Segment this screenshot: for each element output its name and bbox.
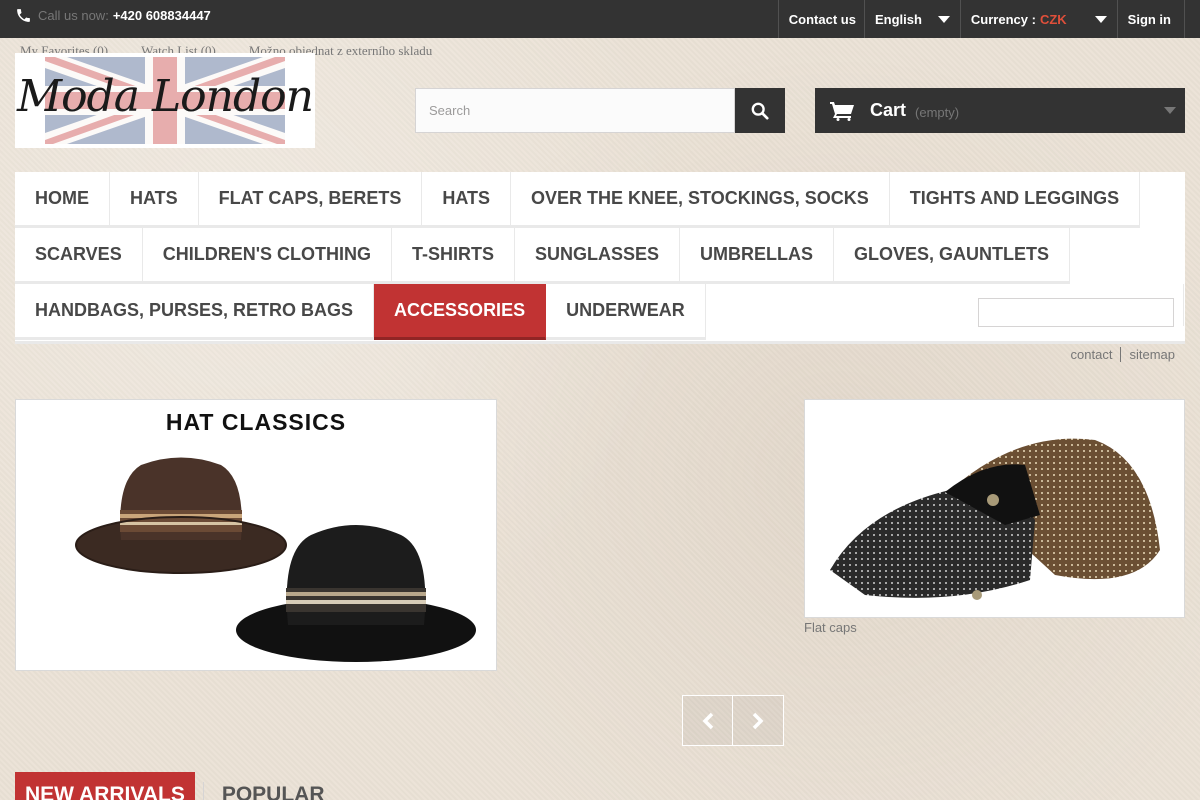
- language-selector[interactable]: English: [863, 0, 960, 38]
- chevron-down-icon: [1094, 15, 1107, 23]
- currency-value: CZK: [1039, 11, 1067, 27]
- currency-selector[interactable]: Currency : CZK: [959, 0, 1117, 38]
- menu-item-accessories[interactable]: Accessories: [374, 284, 547, 340]
- utility-links: contact sitemap: [1063, 347, 1175, 362]
- menu-item-gloves-gauntlets[interactable]: Gloves, gauntlets: [834, 228, 1071, 284]
- site-logo[interactable]: Moda London: [15, 53, 315, 148]
- menu-row-2: Scarves Children's clothing T-shirts Sungla…: [15, 228, 1071, 284]
- product-tabs: New arrivals Popular: [15, 772, 335, 800]
- chevron-down-icon: [1164, 107, 1176, 114]
- phone-number: +420 608834447: [112, 8, 211, 23]
- contact-link[interactable]: contact: [1063, 347, 1122, 362]
- tab-popular[interactable]: Popular: [212, 772, 335, 800]
- sitemap-link[interactable]: sitemap: [1121, 347, 1175, 362]
- menu-item-umbrellas[interactable]: Umbrellas: [680, 228, 835, 284]
- phone-info: Call us now: +420 608834447: [15, 7, 211, 24]
- currency-label: Currency :: [970, 11, 1036, 27]
- contact-us-label: Contact us: [788, 11, 856, 27]
- menu-item-t-shirts[interactable]: T-shirts: [391, 228, 515, 284]
- slider-controls: [682, 695, 784, 746]
- chevron-left-icon: [702, 712, 713, 729]
- menu-item-sunglasses[interactable]: Sunglasses: [515, 228, 681, 284]
- menu-item-underwear[interactable]: Underwear: [546, 284, 706, 340]
- menu-row-3: Handbags, purses, retro bags Accessories U…: [15, 284, 706, 340]
- hats-image: [75, 457, 476, 662]
- top-bar: Call us now: +420 608834447 Contact us E…: [0, 0, 1200, 38]
- cart-icon: [830, 101, 854, 121]
- menu-item-home[interactable]: Home: [15, 172, 110, 228]
- menu-item-scarves[interactable]: Scarves: [15, 228, 143, 284]
- main-menu: Home Hats Flat caps, berets Hats Over the kn…: [15, 172, 1185, 344]
- sign-in-link[interactable]: Sign in: [1116, 0, 1185, 38]
- tab-divider: [202, 782, 204, 800]
- cart-status: (empty): [915, 104, 960, 120]
- search-icon: [751, 102, 769, 120]
- flat-caps-image: [830, 438, 1160, 600]
- slide-title: HAT CLASSICS: [165, 409, 347, 435]
- contact-us-link[interactable]: Contact us: [777, 0, 864, 38]
- chevron-down-icon: [937, 15, 950, 23]
- slide-hat-classics[interactable]: HAT CLASSICS: [15, 399, 497, 671]
- slide-flat-caps[interactable]: [804, 399, 1185, 618]
- sign-in-label: Sign in: [1127, 11, 1171, 27]
- search-bar: [415, 88, 785, 133]
- menu-item-handbags-purses-retro-bags[interactable]: Handbags, purses, retro bags: [15, 284, 375, 340]
- menu-item-flat-caps-berets[interactable]: Flat caps, berets: [198, 172, 423, 228]
- language-label: English: [874, 11, 922, 27]
- logo-text: Moda London: [17, 71, 314, 122]
- menu-item-hats[interactable]: Hats: [422, 172, 512, 228]
- cart-block[interactable]: Cart (empty): [815, 88, 1185, 133]
- call-label: Call us now:: [38, 8, 109, 23]
- menu-row-1: Home Hats Flat caps, berets Hats Over the kn…: [15, 172, 1141, 228]
- phone-icon: [17, 9, 30, 22]
- menu-divider: [1183, 284, 1184, 326]
- menu-search-input[interactable]: [978, 298, 1174, 327]
- chevron-right-icon: [752, 712, 764, 729]
- menu-item-hats[interactable]: Hats: [110, 172, 199, 228]
- search-input[interactable]: [415, 88, 735, 133]
- slide-caption: Flat caps: [804, 620, 857, 635]
- menu-item-over-the-knee-stockings-socks[interactable]: Over the knee, stockings, socks: [511, 172, 890, 228]
- search-button[interactable]: [735, 88, 785, 133]
- cart-label: Cart: [870, 100, 907, 120]
- menu-item-tights-and-leggings[interactable]: Tights and leggings: [889, 172, 1141, 228]
- slider-next-button[interactable]: [733, 695, 784, 746]
- menu-item-children-s-clothing[interactable]: Children's clothing: [142, 228, 392, 284]
- tab-new-arrivals[interactable]: New arrivals: [15, 772, 195, 800]
- top-nav: Contact us English Currency : CZK Sign i…: [777, 0, 1185, 38]
- slider-prev-button[interactable]: [682, 695, 733, 746]
